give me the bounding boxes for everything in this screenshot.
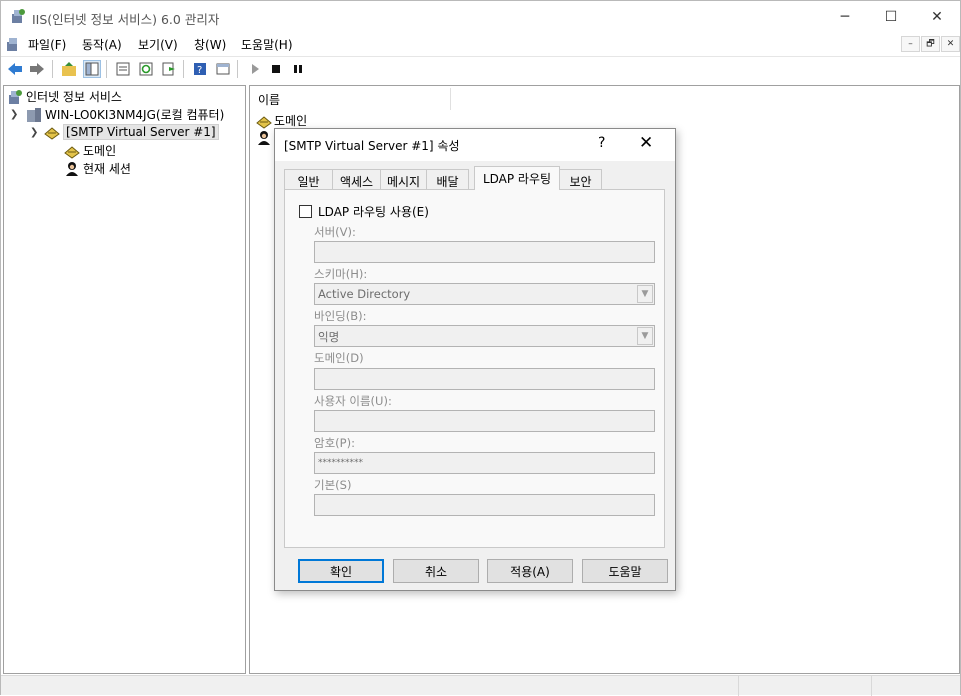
menu-bar: 파일(F) 동작(A) 보기(V) 창(W) 도움말(H) – 🗗 ✕ (1, 32, 960, 56)
schema-value: Active Directory (318, 287, 411, 301)
domain-label: 도메인(D) (314, 351, 364, 365)
chevron-down-icon[interactable]: ▼ (637, 285, 653, 303)
minimize-button[interactable]: ─ (822, 1, 868, 32)
menu-help[interactable]: 도움말(H) (241, 36, 293, 53)
password-label: 암호(P): (314, 436, 355, 450)
tree-root-label: 인터넷 정보 서비스 (26, 90, 122, 104)
dialog-title: [SMTP Virtual Server #1] 속성 (284, 139, 460, 153)
cancel-button[interactable]: 취소 (393, 559, 479, 583)
forward-icon[interactable] (28, 60, 46, 78)
tab-security[interactable]: 보안 (559, 169, 602, 190)
tree-smtp-server[interactable]: [SMTP Virtual Server #1] (44, 124, 219, 140)
enable-ldap-label: LDAP 라우팅 사용(E) (318, 205, 429, 219)
play-icon[interactable] (246, 60, 264, 78)
chevron-down-icon[interactable]: ▼ (637, 327, 653, 345)
enable-ldap-checkbox[interactable] (299, 205, 312, 218)
domain-icon (64, 143, 80, 159)
console-menu-icon[interactable] (5, 36, 21, 52)
tab-delivery[interactable]: 배달 (426, 169, 469, 190)
help-button[interactable]: 도움말 (582, 559, 668, 583)
refresh-icon[interactable] (137, 60, 155, 78)
password-field[interactable]: ********** (314, 452, 655, 474)
status-bar (1, 675, 960, 696)
domain-icon (256, 113, 272, 129)
tab-general[interactable]: 일반 (284, 169, 333, 190)
base-label: 기본(S) (314, 478, 352, 492)
show-hide-tree-icon[interactable] (83, 60, 101, 78)
close-button[interactable]: ✕ (914, 1, 960, 32)
list-item[interactable]: 도메인 (256, 112, 307, 129)
tab-strip: 일반 액세스 메시지 배달 LDAP 라우팅 보안 (284, 166, 664, 190)
schema-select[interactable]: Active Directory ▼ (314, 283, 655, 305)
dialog-help-button[interactable]: ? (598, 135, 605, 151)
tab-access[interactable]: 액세스 (332, 169, 381, 190)
menu-window[interactable]: 창(W) (194, 36, 226, 53)
ldap-routing-panel: LDAP 라우팅 사용(E) 서버(V): 스키마(H): Active Dir… (284, 189, 665, 548)
status-segment (738, 676, 871, 696)
list-item[interactable] (256, 130, 272, 146)
apply-button[interactable]: 적용(A) (487, 559, 573, 583)
menu-file[interactable]: 파일(F) (28, 36, 66, 53)
iis-app-icon (10, 8, 26, 24)
up-folder-icon[interactable] (60, 60, 78, 78)
session-user-icon (256, 130, 272, 146)
chevron-down-icon[interactable]: ❯ (30, 127, 38, 138)
console-icon[interactable] (214, 60, 232, 78)
menu-action[interactable]: 동작(A) (82, 36, 122, 53)
tab-ldap-routing[interactable]: LDAP 라우팅 (474, 166, 560, 190)
base-field[interactable] (314, 494, 655, 516)
binding-select[interactable]: 익명 ▼ (314, 325, 655, 347)
tree-computer[interactable]: WIN-LO0KI3NM4JG(로컬 컴퓨터) (26, 106, 224, 123)
tree-domains[interactable]: 도메인 (64, 142, 116, 159)
svg-text:?: ? (197, 65, 202, 76)
pause-icon[interactable] (289, 60, 307, 78)
tree-pane: 인터넷 정보 서비스 ❯ WIN-LO0KI3NM4JG(로컬 컴퓨터) ❯ [… (3, 85, 246, 674)
binding-label: 바인딩(B): (314, 309, 367, 323)
properties-dialog: [SMTP Virtual Server #1] 속성 ? ✕ 일반 액세스 메… (274, 128, 676, 591)
back-icon[interactable] (6, 60, 24, 78)
iis-icon (7, 89, 23, 105)
computer-icon (26, 107, 42, 123)
tree-sessions[interactable]: 현재 세션 (64, 160, 131, 177)
server-label: 서버(V): (314, 225, 356, 239)
mdi-close-button[interactable]: ✕ (941, 36, 960, 52)
dialog-title-bar: [SMTP Virtual Server #1] 속성 ? ✕ (275, 129, 675, 161)
tree-smtp-server-label: [SMTP Virtual Server #1] (63, 124, 219, 140)
tree-root[interactable]: 인터넷 정보 서비스 (7, 88, 122, 105)
smtp-server-icon (44, 124, 60, 140)
title-bar: IIS(인터넷 정보 서비스) 6.0 관리자 ─ ☐ ✕ (1, 1, 960, 32)
server-field[interactable] (314, 241, 655, 263)
export-icon[interactable] (160, 60, 178, 78)
schema-label: 스키마(H): (314, 267, 368, 281)
toolbar: ? (1, 56, 960, 80)
maximize-button[interactable]: ☐ (868, 1, 914, 32)
enable-ldap-checkbox-row[interactable]: LDAP 라우팅 사용(E) (299, 203, 429, 220)
status-segment (871, 676, 960, 696)
binding-value: 익명 (318, 330, 340, 344)
help-icon[interactable]: ? (191, 60, 209, 78)
mdi-restore-button[interactable]: 🗗 (921, 36, 940, 52)
mdi-minimize-button[interactable]: – (901, 36, 920, 52)
list-item-label: 도메인 (274, 114, 308, 128)
username-field[interactable] (314, 410, 655, 432)
domain-field[interactable] (314, 368, 655, 390)
username-label: 사용자 이름(U): (314, 394, 392, 408)
menu-view[interactable]: 보기(V) (138, 36, 178, 53)
column-separator[interactable] (450, 88, 451, 110)
dialog-close-button[interactable]: ✕ (639, 133, 653, 153)
properties-icon[interactable] (114, 60, 132, 78)
stop-icon[interactable] (267, 60, 285, 78)
tree-domains-label: 도메인 (83, 144, 117, 158)
ok-button[interactable]: 확인 (298, 559, 384, 583)
column-header-name[interactable]: 이름 (258, 91, 280, 108)
tree-computer-label: WIN-LO0KI3NM4JG(로컬 컴퓨터) (45, 108, 225, 122)
tab-messages[interactable]: 메시지 (380, 169, 427, 190)
session-user-icon (64, 161, 80, 177)
chevron-down-icon[interactable]: ❯ (10, 109, 18, 120)
window-title: IIS(인터넷 정보 서비스) 6.0 관리자 (32, 12, 220, 27)
tree-sessions-label: 현재 세션 (83, 162, 131, 176)
